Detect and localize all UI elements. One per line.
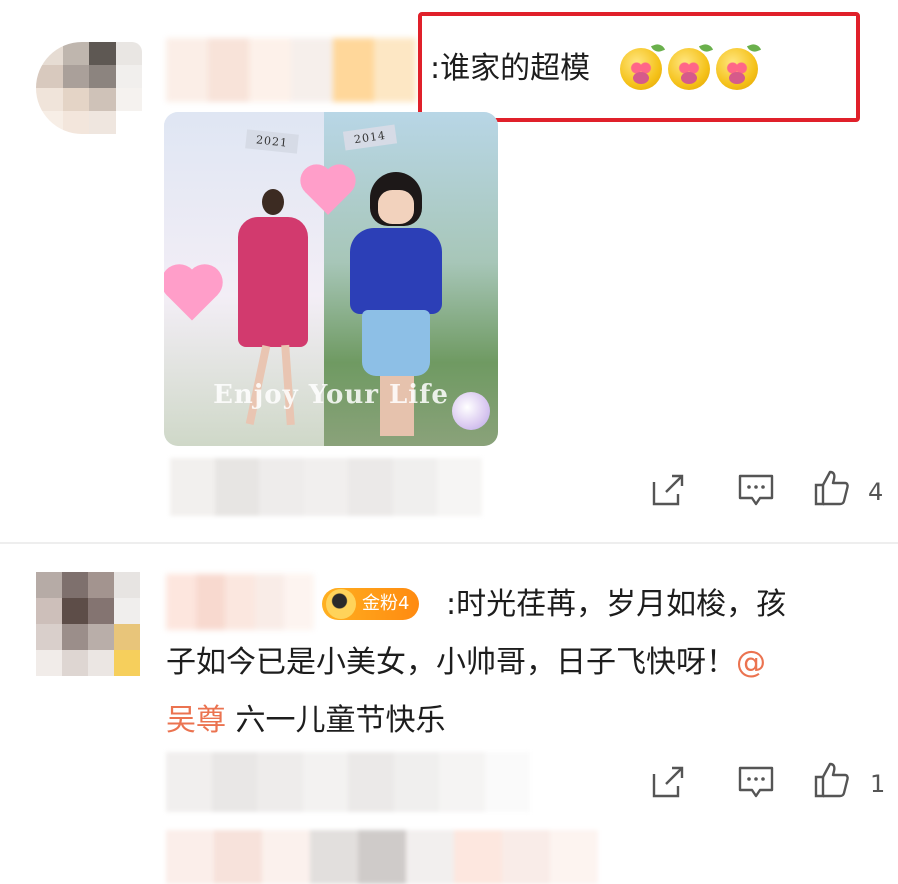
badge-label: 金粉4 [362,593,410,614]
commenter-name-blurred[interactable] [166,38,416,102]
comment-icon[interactable] [736,762,776,802]
comment-text-line: :时光荏苒，岁月如梭，孩 [446,587,787,622]
like-count: 1 [870,770,886,798]
mention-at-sign[interactable]: @ [736,645,766,680]
comment-text-segment: 六一儿童节快乐 [226,703,446,738]
comment-meta-blurred [166,752,530,812]
comment-text-line: 吴尊 六一儿童节快乐 [166,692,446,750]
comment-icon[interactable] [736,470,776,510]
fan-badge-icon [326,589,356,619]
commenter-avatar[interactable] [36,572,140,676]
share-icon[interactable] [648,470,688,510]
comment-divider [0,542,898,544]
comment-meta-blurred [170,458,482,516]
fan-level-badge[interactable]: 金粉4 [322,588,420,620]
photo-caption: Enjoy Your Life [213,380,449,410]
comment-photo[interactable]: 2021 2014 Enjoy Your Life [164,112,498,446]
thumbs-up-icon[interactable] [812,468,852,508]
like-count: 4 [868,478,884,506]
thumbs-up-icon[interactable] [812,760,852,800]
mention-link[interactable]: 吴尊 [166,703,226,738]
bubble-sticker-icon [452,392,490,430]
commenter-name-blurred[interactable] [166,574,314,630]
next-comment-blurred [166,830,646,884]
highlight-box [418,12,860,122]
comment-text-line: 子如今已是小美女，小帅哥，日子飞快呀！@ [166,634,766,692]
commenter-avatar[interactable] [36,42,142,134]
comment-text-segment: 子如今已是小美女，小帅哥，日子飞快呀！ [166,645,736,680]
share-icon[interactable] [648,762,688,802]
